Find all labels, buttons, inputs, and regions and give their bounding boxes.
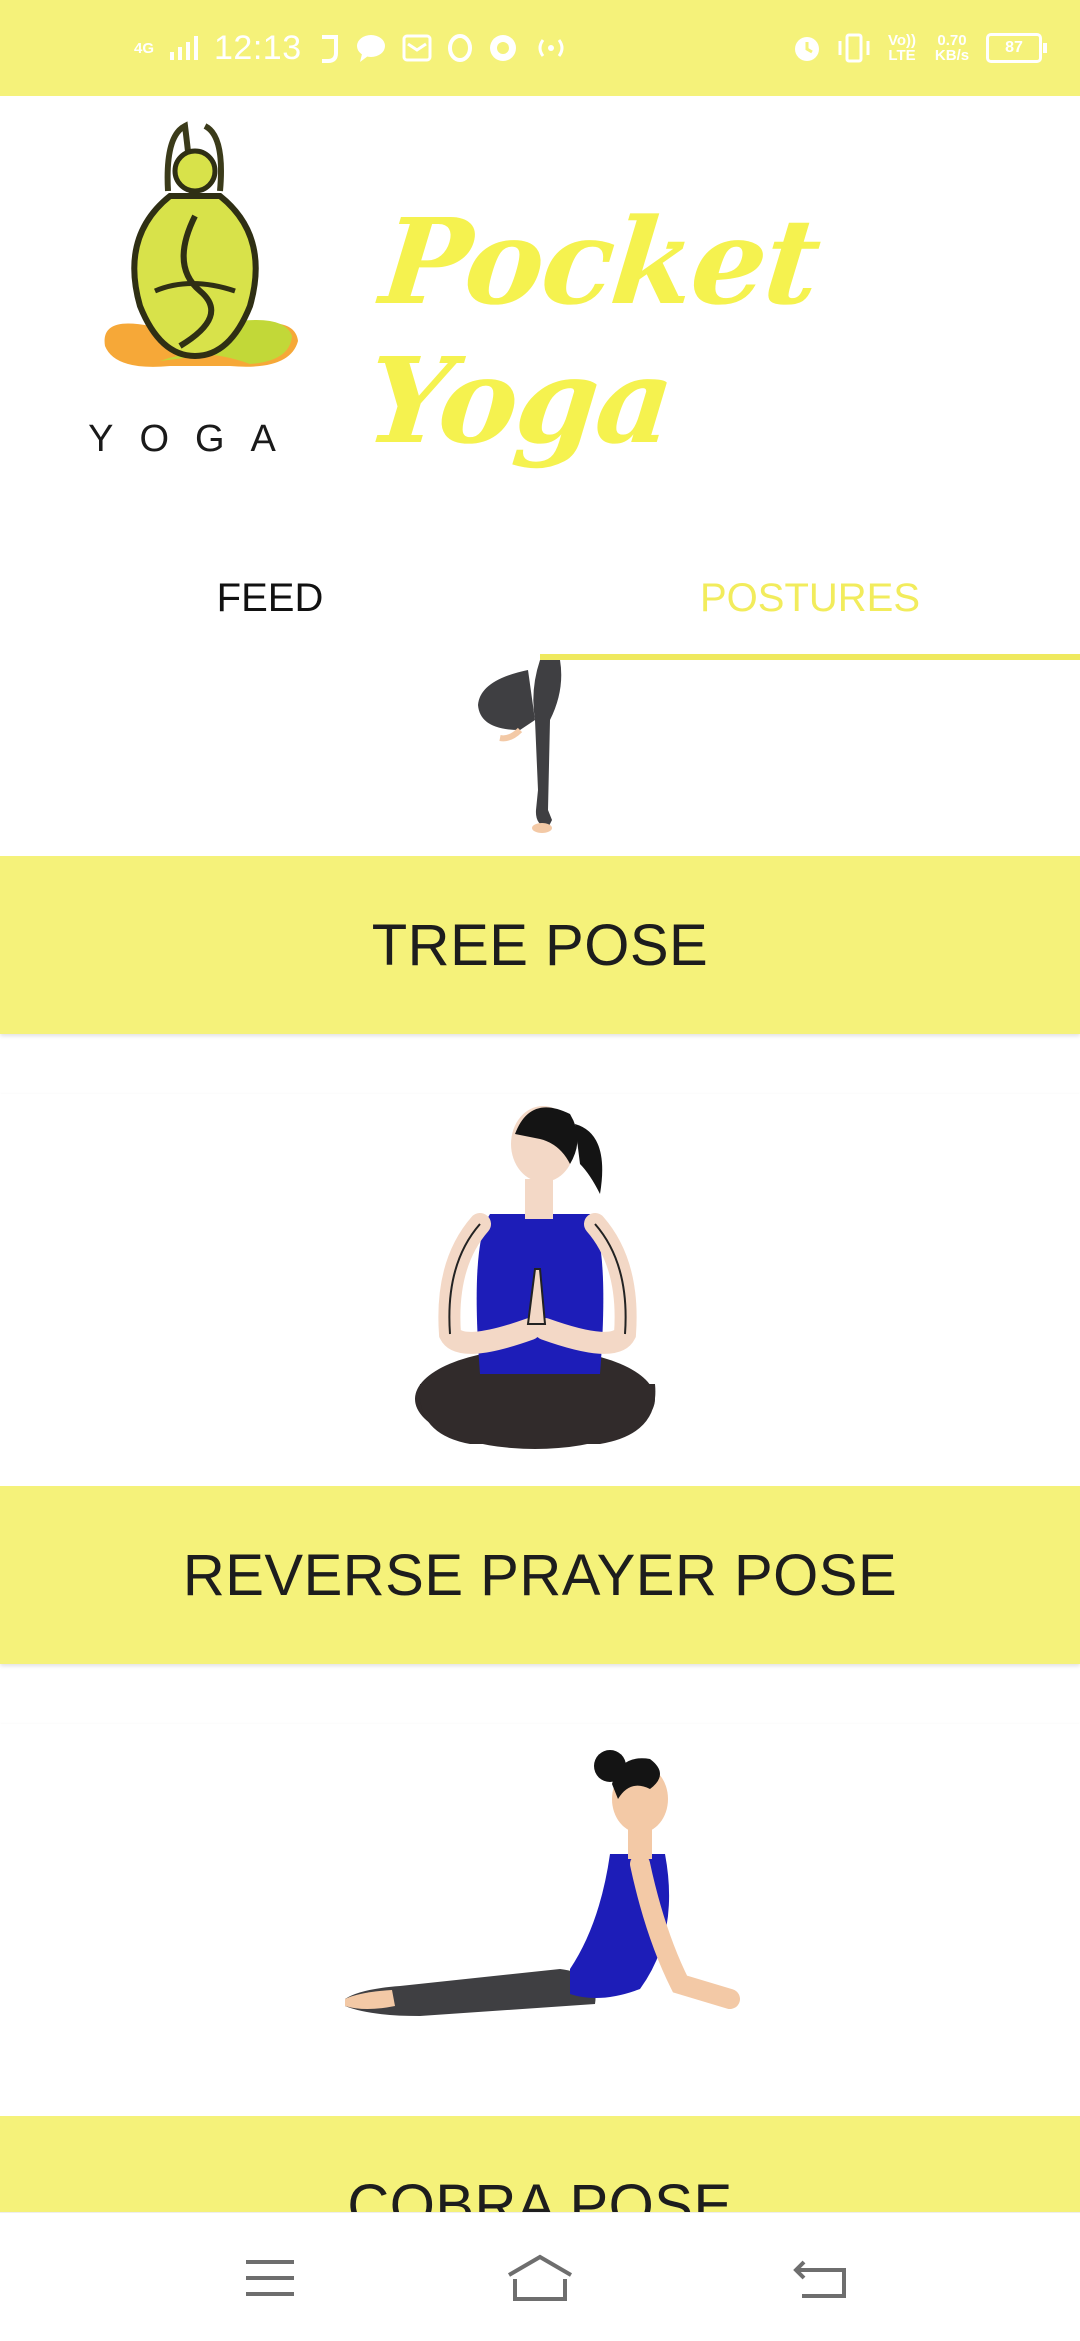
posture-label: COBRA POSE (0, 2116, 1080, 2212)
menu-icon (246, 2260, 294, 2296)
network-indicator: 4G (134, 39, 155, 57)
network-speed: 0.70 KB/s (934, 32, 970, 64)
back-icon (793, 2260, 846, 2298)
tab-bar: FEED POSTURES (0, 536, 1080, 660)
signal-icon (170, 36, 199, 60)
app-header: YOGA Pocket Yoga (0, 96, 1080, 516)
system-nav-bar (0, 2212, 1080, 2341)
record-icon (489, 35, 516, 61)
posture-card-reverse-prayer[interactable]: REVERSE PRAYER POSE (0, 1094, 1080, 1664)
alarm-icon (795, 37, 819, 61)
posture-card-tree[interactable]: TREE POSE (0, 660, 1080, 1034)
posture-label: TREE POSE (0, 856, 1080, 1034)
reverse-prayer-pose-image (415, 1106, 656, 1449)
opera-icon (447, 34, 472, 62)
home-icon (507, 2254, 573, 2301)
home-button[interactable] (490, 2243, 590, 2313)
vibrate-icon (838, 33, 870, 63)
app-title: Pocket Yoga (360, 192, 826, 470)
battery-icon: 87 (986, 33, 1047, 63)
postures-list[interactable]: TREE POSE REVERSE PRAYER POSE COBRA POSE (0, 660, 1080, 2212)
logo-text: YOGA (88, 418, 302, 456)
cobra-pose-image (345, 1750, 740, 2016)
tab-feed[interactable]: FEED (0, 536, 540, 660)
status-left: 4G 12:13 (134, 22, 568, 74)
posture-label: REVERSE PRAYER POSE (0, 1486, 1080, 1664)
menu-button[interactable] (220, 2243, 320, 2313)
mail-icon (402, 34, 432, 62)
tree-pose-image (478, 660, 562, 833)
battery-level: 87 (1005, 39, 1023, 56)
volte-indicator: Vo)) LTE (887, 32, 917, 64)
app-notification-icon (321, 35, 338, 63)
yoga-logo: YOGA (88, 121, 302, 456)
status-bar: 4G 12:13 Vo)) LTE 0.70 KB/s 87 (0, 0, 1080, 96)
posture-card-cobra[interactable]: COBRA POSE (0, 1724, 1080, 2212)
chat-icon (356, 35, 385, 62)
tab-postures[interactable]: POSTURES (540, 536, 1080, 660)
status-time: 12:13 (214, 28, 302, 67)
status-right: Vo)) LTE 0.70 KB/s 87 (792, 22, 1047, 74)
back-button[interactable] (770, 2243, 870, 2313)
hotspot-icon (538, 39, 564, 57)
